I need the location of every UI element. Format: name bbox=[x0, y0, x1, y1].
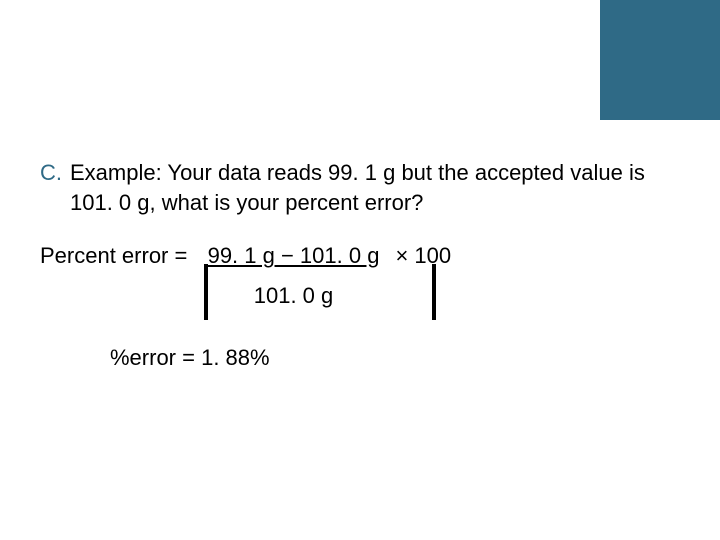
denominator: 101. 0 g bbox=[254, 283, 334, 309]
abs-bar-left bbox=[204, 264, 208, 320]
list-letter: C. bbox=[40, 158, 70, 188]
fraction: 99. 1 g − 101. 0 g 101. 0 g bbox=[206, 243, 382, 309]
abs-bar-right bbox=[432, 264, 436, 320]
slide-content: C. Example: Your data reads 99. 1 g but … bbox=[40, 158, 680, 371]
example-text: Example: Your data reads 99. 1 g but the… bbox=[70, 158, 680, 217]
corner-accent-square bbox=[600, 0, 720, 120]
numerator: 99. 1 g − 101. 0 g bbox=[206, 243, 382, 271]
percent-error-formula: Percent error = 99. 1 g − 101. 0 g 101. … bbox=[40, 243, 680, 309]
result-line: %error = 1. 88% bbox=[110, 345, 680, 371]
example-list-item: C. Example: Your data reads 99. 1 g but … bbox=[40, 158, 680, 217]
formula-label: Percent error = bbox=[40, 243, 187, 269]
times-100: × 100 bbox=[395, 243, 451, 269]
absolute-value-group: 99. 1 g − 101. 0 g 101. 0 g bbox=[200, 243, 388, 309]
